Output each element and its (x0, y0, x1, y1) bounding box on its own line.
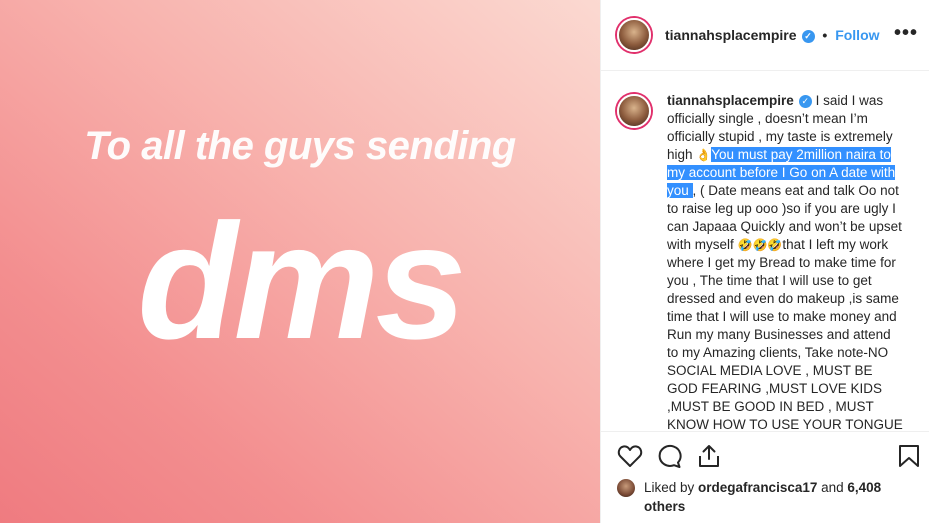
action-bar (601, 431, 929, 479)
media-text-line2: dms (137, 190, 466, 373)
likes-prefix: Liked by (644, 480, 699, 495)
caption-avatar[interactable] (617, 94, 651, 128)
caption-part-3: that I left my work where I get my Bread… (667, 237, 903, 430)
caption-username[interactable]: tiannahsplacempire (667, 93, 794, 108)
separator: • (822, 27, 828, 43)
likes-summary: Liked by ordegafrancisca17 and 6,408 oth… (617, 478, 917, 516)
post-header: tiannahsplacempire ✓ • Follow ••• (601, 0, 929, 71)
liker-username[interactable]: ordegafrancisca17 (698, 480, 817, 495)
comments-section[interactable]: tiannahsplacempire ✓ I said I was officia… (601, 72, 929, 430)
ok-hand-emoji: 👌 (696, 148, 712, 162)
caption-text: tiannahsplacempire ✓ I said I was officia… (667, 92, 903, 430)
verified-icon: ✓ (801, 30, 815, 43)
bookmark-icon[interactable] (898, 444, 920, 468)
comment-icon[interactable] (657, 444, 683, 468)
post-sidebar: tiannahsplacempire ✓ • Follow ••• tiannah… (600, 0, 929, 523)
liker-avatar[interactable] (617, 479, 635, 497)
avatar[interactable] (617, 18, 651, 52)
more-icon[interactable]: ••• (894, 22, 918, 45)
share-icon[interactable] (697, 444, 721, 468)
verified-icon: ✓ (798, 95, 812, 108)
header-username[interactable]: tiannahsplacempire (665, 27, 797, 43)
likes-middle: and (817, 480, 848, 495)
media-text-line1: To all the guys sending (84, 124, 516, 168)
laughing-emoji: 🤣🤣🤣 (737, 238, 783, 252)
heart-icon[interactable] (617, 444, 643, 468)
follow-button[interactable]: Follow (835, 27, 879, 43)
post-media[interactable]: To all the guys sending dms (0, 0, 600, 523)
